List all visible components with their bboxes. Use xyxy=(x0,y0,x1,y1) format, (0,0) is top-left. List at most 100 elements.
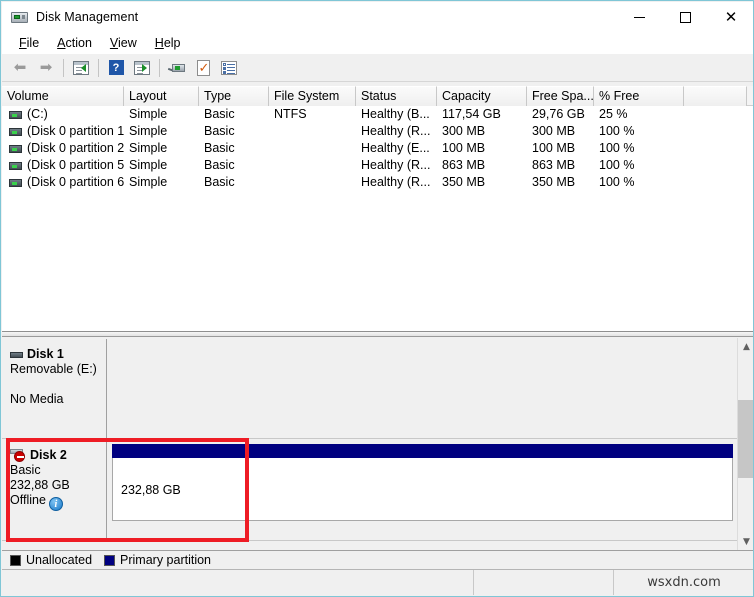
cell-free-space: 300 MB xyxy=(532,124,576,138)
status-bar: wsxdn.com xyxy=(2,569,753,595)
cell-type: Basic xyxy=(204,124,235,138)
cell-volume: (Disk 0 partition 1) xyxy=(2,123,124,140)
volume-drive-icon xyxy=(9,127,22,136)
menu-help[interactable]: Help xyxy=(146,34,190,52)
disk-2-status: Offline xyxy=(10,493,46,507)
menu-help-rest: elp xyxy=(163,36,181,50)
cell-file-system: NTFS xyxy=(274,107,307,121)
cell-layout: Simple xyxy=(129,158,168,172)
partition-color-bar xyxy=(112,444,733,458)
status-segment-2 xyxy=(474,570,614,595)
legend-item-unallocated: Unallocated xyxy=(10,553,92,567)
scroll-down-arrow-icon[interactable]: ▼ xyxy=(738,533,753,550)
page-title: Disk Management xyxy=(36,10,139,24)
rescan-disks-icon[interactable] xyxy=(164,56,190,80)
menu-action[interactable]: Action xyxy=(48,34,101,52)
disk-icon xyxy=(10,351,23,358)
cell-status: Healthy (R... xyxy=(361,158,431,172)
table-row[interactable]: (Disk 0 partition 5) Simple Basic Health… xyxy=(2,157,753,174)
close-icon: ✕ xyxy=(724,7,738,26)
pane-splitter[interactable] xyxy=(2,331,753,337)
cell-capacity: 117,54 GB xyxy=(442,107,501,121)
back-arrow-icon[interactable]: ⬅ xyxy=(7,56,33,80)
legend-swatch-primary-partition xyxy=(104,554,116,566)
table-row[interactable]: (C:) Simple Basic NTFS Healthy (B... 117… xyxy=(2,106,753,123)
properties-icon[interactable]: ✓ xyxy=(190,56,216,80)
toolbar: ⬅ ➡ ? ✓ xyxy=(2,54,753,82)
minimize-button[interactable] xyxy=(616,2,662,32)
cell-capacity: 100 MB xyxy=(442,141,486,155)
title-bar: Disk Management ✕ xyxy=(2,2,753,32)
scroll-up-arrow-icon[interactable]: ▲ xyxy=(738,338,753,355)
column-header-type[interactable]: Type xyxy=(199,86,269,106)
table-row[interactable]: (Disk 0 partition 6) Simple Basic Health… xyxy=(2,174,753,191)
maximize-icon xyxy=(679,11,691,23)
help-icon[interactable]: ? xyxy=(103,56,129,80)
legend-swatch-unallocated xyxy=(10,554,21,566)
legend-item-primary-partition: Primary partition xyxy=(104,553,211,567)
forward-arrow-icon[interactable]: ➡ xyxy=(33,56,59,80)
window-controls: ✕ xyxy=(616,2,753,32)
table-row[interactable]: (Disk 0 partition 1) Simple Basic Health… xyxy=(2,123,753,140)
cell-free-space: 29,76 GB xyxy=(532,107,585,121)
disk-2-title: Disk 2 xyxy=(10,448,106,463)
table-row[interactable]: (Disk 0 partition 2) Simple Basic Health… xyxy=(2,140,753,157)
cell-percent-free: 25 % xyxy=(599,107,628,121)
cell-layout: Simple xyxy=(129,107,168,121)
cell-status: Healthy (R... xyxy=(361,124,431,138)
legend-label-primary-partition: Primary partition xyxy=(120,553,212,567)
legend-label-unallocated: Unallocated xyxy=(26,553,93,567)
cell-volume: (Disk 0 partition 2) xyxy=(2,140,124,157)
column-header-layout[interactable]: Layout xyxy=(124,86,199,106)
cell-capacity: 863 MB xyxy=(442,158,486,172)
column-header-volume[interactable]: Volume xyxy=(2,86,124,106)
volume-list-rows: (C:) Simple Basic NTFS Healthy (B... 117… xyxy=(2,106,753,191)
menu-view-rest: iew xyxy=(118,36,137,50)
cell-type: Basic xyxy=(204,107,235,121)
volume-list-pane: Volume Layout Type File System Status Ca… xyxy=(2,86,753,331)
menu-view[interactable]: View xyxy=(101,34,146,52)
volume-drive-icon xyxy=(9,178,22,187)
cell-percent-free: 100 % xyxy=(599,124,635,138)
cell-free-space: 863 MB xyxy=(532,158,576,172)
partition-block-unallocated[interactable]: 232,88 GB xyxy=(112,458,733,521)
graphical-view-scrollbar[interactable]: ▲ ▼ xyxy=(737,338,753,550)
cell-layout: Simple xyxy=(129,175,168,189)
info-icon[interactable]: i xyxy=(48,497,63,511)
cell-percent-free: 100 % xyxy=(599,175,635,189)
cell-free-space: 350 MB xyxy=(532,175,576,189)
list-view-icon[interactable] xyxy=(216,56,242,80)
menu-file[interactable]: File xyxy=(10,34,48,52)
column-header-percent-free[interactable]: % Free xyxy=(594,86,684,106)
column-header-filler[interactable] xyxy=(684,86,747,106)
cell-layout: Simple xyxy=(129,141,168,155)
cell-status: Healthy (E... xyxy=(361,141,430,155)
disk-row-disk-1[interactable]: Disk 1 Removable (E:) No Media xyxy=(2,339,737,439)
cell-status: Healthy (B... xyxy=(361,107,430,121)
disk-2-capacity: 232,88 GB xyxy=(10,478,70,492)
disk-2-info: Disk 2 Basic 232,88 GB Offline i xyxy=(2,440,107,540)
disk-management-window: Disk Management ✕ File Action View Help … xyxy=(0,0,754,597)
volume-drive-icon xyxy=(9,144,22,153)
volume-drive-icon xyxy=(9,161,22,170)
cell-volume: (Disk 0 partition 5) xyxy=(2,157,124,174)
column-header-status[interactable]: Status xyxy=(356,86,437,106)
show-hide-console-tree-icon[interactable] xyxy=(68,56,94,80)
disk-row-disk-2[interactable]: Disk 2 Basic 232,88 GB Offline i 232,88 G… xyxy=(2,440,737,541)
disk-offline-icon xyxy=(10,449,26,462)
menu-bar: File Action View Help xyxy=(2,32,753,54)
column-header-free-space[interactable]: Free Spa... xyxy=(527,86,594,106)
menu-file-rest: ile xyxy=(26,36,40,50)
disk-2-type: Basic xyxy=(10,463,41,477)
toolbar-separator-2 xyxy=(98,58,99,77)
legend-bar: Unallocated Primary partition xyxy=(2,550,753,569)
cell-volume: (Disk 0 partition 6) xyxy=(2,174,124,191)
show-hide-action-pane-icon[interactable] xyxy=(129,56,155,80)
toolbar-separator-1 xyxy=(63,58,64,77)
close-button[interactable]: ✕ xyxy=(708,2,753,32)
menu-action-rest: ction xyxy=(65,36,92,50)
column-header-capacity[interactable]: Capacity xyxy=(437,86,527,106)
scrollbar-thumb[interactable] xyxy=(738,400,753,478)
maximize-button[interactable] xyxy=(662,2,708,32)
column-header-file-system[interactable]: File System xyxy=(269,86,356,106)
